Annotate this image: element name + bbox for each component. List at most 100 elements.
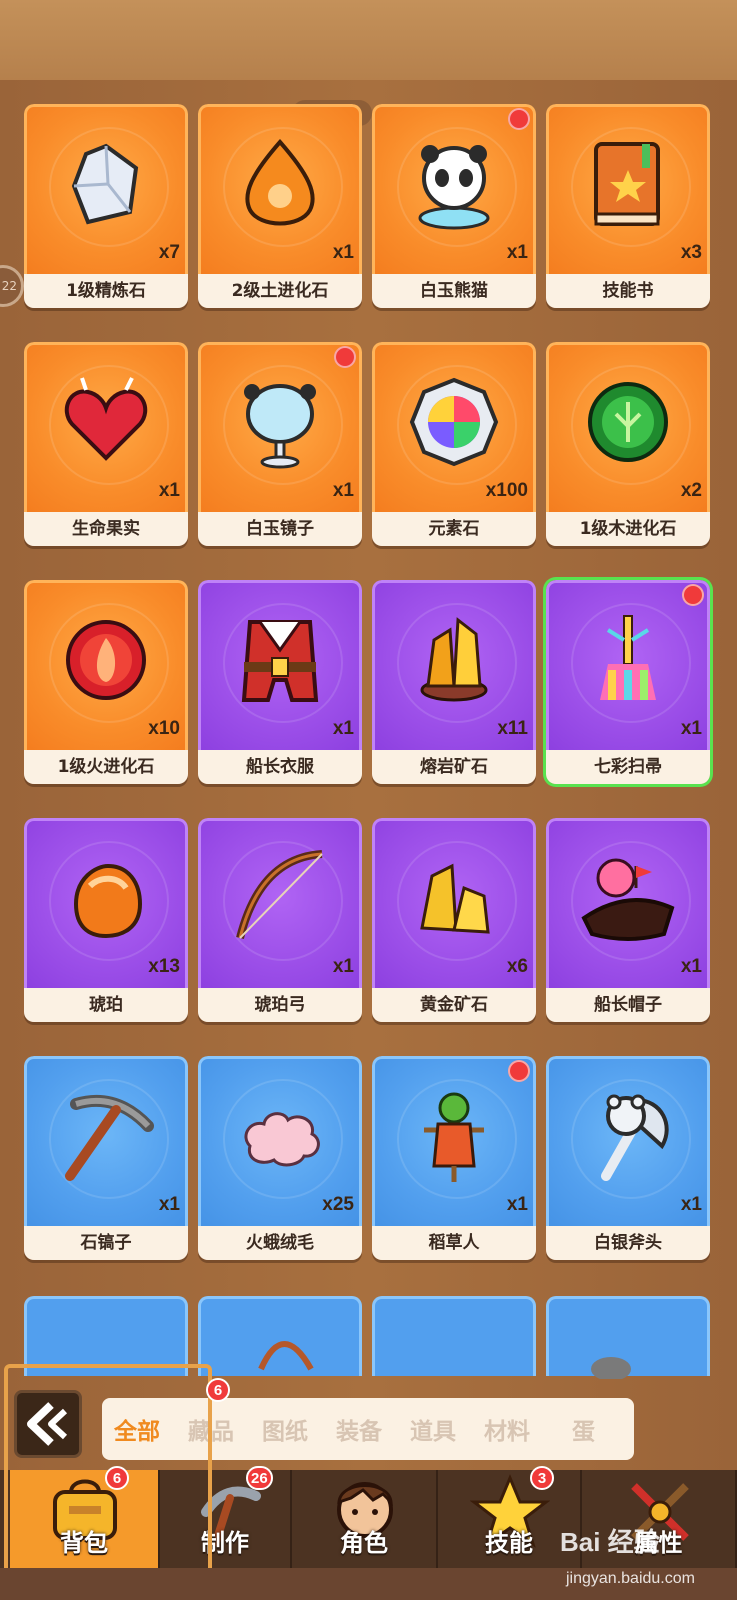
heart-fruit-icon [64,377,148,461]
item-card[interactable]: x1 白银斧头 [546,1056,710,1260]
item-name: 2级土进化石 [198,274,362,308]
item-name: 元素石 [372,512,536,546]
item-count: x1 [332,480,354,501]
amber-drop-icon [245,138,315,226]
item-count: x25 [322,1194,354,1215]
amber-icon [73,863,143,939]
rainbow-broom-icon [600,615,656,700]
item-count: x10 [148,718,180,739]
mirror-icon [244,384,316,469]
category-tab[interactable]: 装备 [336,1412,382,1446]
item-name: 白玉熊猫 [372,274,536,308]
item-name: 生命果实 [24,512,188,546]
category-tab[interactable]: 材料 [484,1412,530,1446]
item-count: x1 [332,956,354,977]
item-count: x1 [506,242,528,263]
item-count: x13 [148,956,180,977]
item-count: x1 [158,1194,180,1215]
item-card[interactable]: x3 技能书 [546,104,710,308]
item-card[interactable]: x1 船长帽子 [546,818,710,1022]
crystal-icon [71,143,139,225]
item-card[interactable]: x11 熔岩矿石 [372,580,536,784]
item-card[interactable]: x25 火蛾绒毛 [198,1056,362,1260]
item-count: x1 [680,1194,702,1215]
item-count: x1 [680,718,702,739]
category-tab[interactable]: 蛋 [572,1412,595,1446]
gold-ore-icon [420,863,490,934]
item-card[interactable]: x1 稻草人 [372,1056,536,1260]
item-name: 石镐子 [24,1226,188,1260]
item-count: x1 [332,718,354,739]
item-card[interactable]: x1 石镐子 [24,1056,188,1260]
item-name: 白玉镜子 [198,512,362,546]
element-stone-icon [409,377,499,467]
item-count: x1 [158,480,180,501]
captain-coat-icon [241,620,319,702]
item-card[interactable]: x6 黄金矿石 [372,818,536,1022]
scarecrow-icon [424,1092,484,1182]
lava-ore-icon [420,617,488,702]
item-count: x11 [497,718,528,739]
item-card[interactable]: x100 元素石 [372,342,536,546]
item-name: 琥珀弓 [198,988,362,1022]
item-card-partial[interactable] [198,1296,362,1376]
item-name: 七彩扫帚 [546,750,710,784]
item-card[interactable]: x1 船长衣服 [198,580,362,784]
book-icon [594,142,660,226]
item-name: 琥珀 [24,988,188,1022]
item-count: x100 [485,480,528,501]
item-card[interactable]: x1 七彩扫帚 [546,580,710,784]
item-card[interactable]: x1 白玉镜子 [198,342,362,546]
new-indicator-dot [682,584,704,606]
item-card[interactable]: x1 2级土进化石 [198,104,362,308]
category-tab[interactable]: 道具 [410,1412,456,1446]
item-card-partial[interactable] [546,1296,710,1381]
category-tab[interactable]: 图纸 [262,1412,308,1446]
nav-badge: 26 [246,1466,273,1490]
item-name: 白银斧头 [546,1226,710,1260]
rock-icon [591,1357,631,1381]
nav-tab[interactable]: 角色 [292,1470,438,1568]
item-name: 1级木进化石 [546,512,710,546]
item-card[interactable]: x13 琥珀 [24,818,188,1022]
silver-axe-icon [601,1094,669,1181]
highlight-annotation-box [4,1364,212,1594]
bow-icon [236,850,323,939]
item-name: 1级火进化石 [24,750,188,784]
nav-label: 技能 [485,1529,533,1557]
item-count: x7 [158,242,180,263]
item-card[interactable]: x1 生命果实 [24,342,188,546]
item-name: 技能书 [546,274,710,308]
item-card[interactable]: x1 琥珀弓 [198,818,362,1022]
item-count: x2 [680,480,702,501]
item-card[interactable]: x2 1级木进化石 [546,342,710,546]
item-name: 熔岩矿石 [372,750,536,784]
item-count: x1 [332,242,354,263]
nav-badge: 3 [530,1466,554,1490]
item-count: x1 [506,1194,528,1215]
watermark-url: jingyan.baidu.com [566,1570,695,1587]
item-count: x1 [680,956,702,977]
category-badge: 6 [206,1378,230,1402]
item-name: 火蛾绒毛 [198,1226,362,1260]
pickaxe-icon [65,1094,154,1181]
pirate-hat-icon [581,858,675,941]
nav-label: 角色 [340,1529,388,1557]
item-card[interactable]: x1 白玉熊猫 [372,104,536,308]
item-count: x6 [506,956,528,977]
item-count: x3 [680,242,702,263]
item-card-partial[interactable] [372,1296,536,1376]
new-indicator-dot [508,108,530,130]
item-name: 稻草人 [372,1226,536,1260]
green-orb-icon [588,382,668,462]
item-name: 船长衣服 [198,750,362,784]
new-indicator-dot [334,346,356,368]
panda-icon [418,145,490,230]
bow-icon [258,1341,314,1371]
watermark-logo: Bai 经验 [560,1527,660,1557]
item-card[interactable]: x7 1级精炼石 [24,104,188,308]
item-card[interactable]: x10 1级火进化石 [24,580,188,784]
item-name: 1级精炼石 [24,274,188,308]
item-name: 黄金矿石 [372,988,536,1022]
item-name: 船长帽子 [546,988,710,1022]
